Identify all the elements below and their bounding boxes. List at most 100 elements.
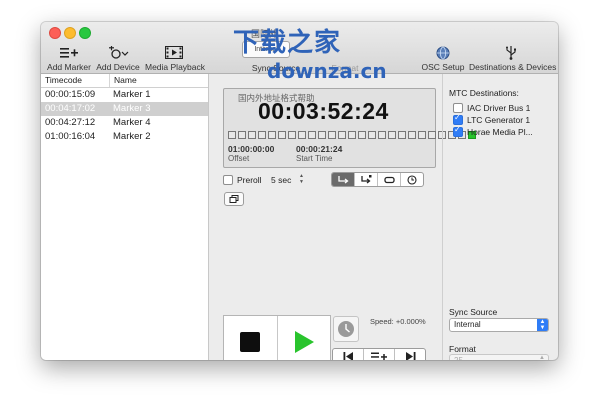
preroll-label: Preroll [237, 175, 262, 185]
frame-square [388, 131, 396, 139]
mtc-checkbox[interactable] [453, 103, 463, 113]
minimize-window-button[interactable] [64, 27, 76, 39]
frame-indicator [228, 131, 476, 139]
mode-clock-button[interactable] [401, 173, 423, 186]
destinations-devices-label: Destinations & Devices [469, 62, 557, 72]
offset-label: Offset [228, 154, 250, 163]
current-timecode: 00:03:52:24 [258, 98, 389, 124]
stop-button[interactable] [224, 316, 278, 360]
table-row-selected[interactable]: 00:04:17:02 Marker 3 [41, 102, 208, 116]
add-device-button[interactable]: Add Device [96, 44, 140, 72]
preroll-stepper[interactable]: ▲ ▼ [299, 173, 305, 185]
row-timecode: 01:00:16:04 [45, 131, 96, 142]
row-name: Marker 1 [113, 89, 151, 100]
frame-square [318, 131, 326, 139]
row-timecode: 00:00:15:09 [45, 89, 96, 100]
mtc-destination-label: IAC Driver Bus 1 [467, 103, 531, 113]
destinations-devices-button[interactable]: Destinations & Devices [469, 44, 557, 72]
mode-jump-button[interactable] [355, 173, 378, 186]
timecode-panel: 国内外地址格式帮助 00:03:52:24 01:00:00:00 Offset… [209, 74, 476, 360]
frame-square [308, 131, 316, 139]
play-icon [294, 331, 314, 353]
zoom-window-button[interactable] [79, 27, 91, 39]
add-device-icon [96, 44, 140, 61]
add-marker-label: Add Marker [47, 62, 91, 72]
next-marker-button[interactable] [395, 349, 425, 360]
frame-square [328, 131, 336, 139]
name-column-header[interactable]: Name [110, 74, 137, 87]
format-select[interactable]: 25 ▲▼ [449, 354, 549, 360]
row-timecode: 00:04:17:02 [45, 103, 96, 114]
copy-button[interactable] [224, 192, 244, 206]
return-arrow-icon [337, 175, 349, 184]
osc-setup-button[interactable]: OSC Setup [421, 44, 465, 72]
frame-square [398, 131, 406, 139]
clock-small-icon [407, 174, 417, 185]
loop-icon [383, 176, 395, 183]
globe-icon [421, 44, 465, 61]
app-window: Add Marker Add Device Media Playback 国际外… [41, 22, 558, 360]
row-name: Marker 2 [113, 131, 151, 142]
row-name: Marker 4 [113, 117, 151, 128]
frame-square [338, 131, 346, 139]
osc-setup-label: OSC Setup [421, 62, 465, 72]
offset-value: 01:00:00:00 [228, 144, 275, 154]
format-value: 25 [454, 356, 463, 360]
usb-icon [469, 44, 553, 61]
clock-icon [338, 321, 354, 337]
previous-marker-button[interactable] [333, 349, 364, 360]
frame-square [288, 131, 296, 139]
table-row[interactable]: 01:00:16:04 Marker 2 [41, 130, 208, 144]
frame-square [278, 131, 286, 139]
frame-square [248, 131, 256, 139]
sync-source-title: Sync Source [449, 307, 498, 317]
copy-icon [229, 195, 239, 203]
media-playback-button[interactable]: Media Playback [145, 44, 206, 72]
add-marker-nav-button[interactable] [364, 349, 395, 360]
stop-icon [240, 332, 261, 352]
mtc-destination-ltc[interactable]: LTC Generator 1 [453, 113, 531, 125]
frame-square [258, 131, 266, 139]
row-timecode: 00:04:27:12 [45, 117, 96, 128]
preroll-checkbox-box[interactable] [223, 175, 233, 185]
frame-square [268, 131, 276, 139]
mtc-destination-label: Horae Media Pl... [467, 127, 533, 137]
mtc-destination-label: LTC Generator 1 [467, 115, 531, 125]
add-marker-icon [47, 44, 91, 61]
frame-square [238, 131, 246, 139]
start-time-label: Start Time [296, 154, 333, 163]
row-name: Marker 3 [113, 103, 151, 114]
mode-loop-button[interactable] [378, 173, 401, 186]
preroll-seconds: 5 sec [271, 175, 292, 185]
frame-square [298, 131, 306, 139]
close-window-button[interactable] [49, 27, 61, 39]
mtc-destination-horae[interactable]: Horae Media Pl... [453, 125, 533, 137]
toolbar: Add Marker Add Device Media Playback 国际外… [41, 22, 558, 83]
timecode-column-header[interactable]: Timecode [41, 74, 110, 87]
table-row[interactable]: 00:04:27:12 Marker 4 [41, 116, 208, 130]
playback-mode-segmented [331, 172, 424, 187]
skip-back-icon [343, 352, 353, 360]
preroll-checkbox[interactable]: Preroll [223, 175, 262, 185]
mode-return-button[interactable] [332, 173, 355, 186]
mtc-destinations-title: MTC Destinations: [449, 88, 519, 98]
transport-controls [223, 315, 331, 360]
select-arrows-icon: ▲▼ [539, 355, 545, 360]
sync-source-select[interactable]: Internal ▲ ▼ [449, 318, 549, 332]
watermark-chinese: 下载之家 [233, 28, 342, 58]
table-row[interactable]: 00:00:15:09 Marker 1 [41, 88, 208, 102]
mtc-checkbox[interactable] [453, 113, 463, 125]
mtc-settings-panel: MTC Destinations: IAC Driver Bus 1 LTC G… [442, 74, 558, 360]
marker-navigation [332, 348, 426, 360]
select-arrows-icon: ▲▼ [537, 319, 548, 331]
add-marker-button[interactable]: Add Marker [47, 44, 91, 72]
media-playback-label: Media Playback [145, 62, 206, 72]
chase-clock-button[interactable] [333, 316, 359, 342]
marker-list: Timecode Name 00:00:15:09 Marker 1 00:04… [41, 74, 209, 360]
sync-source-value: Internal [454, 320, 481, 329]
mtc-checkbox[interactable] [453, 125, 463, 137]
mtc-destination-iac[interactable]: IAC Driver Bus 1 [453, 103, 530, 113]
play-button[interactable] [278, 316, 331, 360]
add-marker-icon [371, 352, 387, 360]
frame-square [358, 131, 366, 139]
